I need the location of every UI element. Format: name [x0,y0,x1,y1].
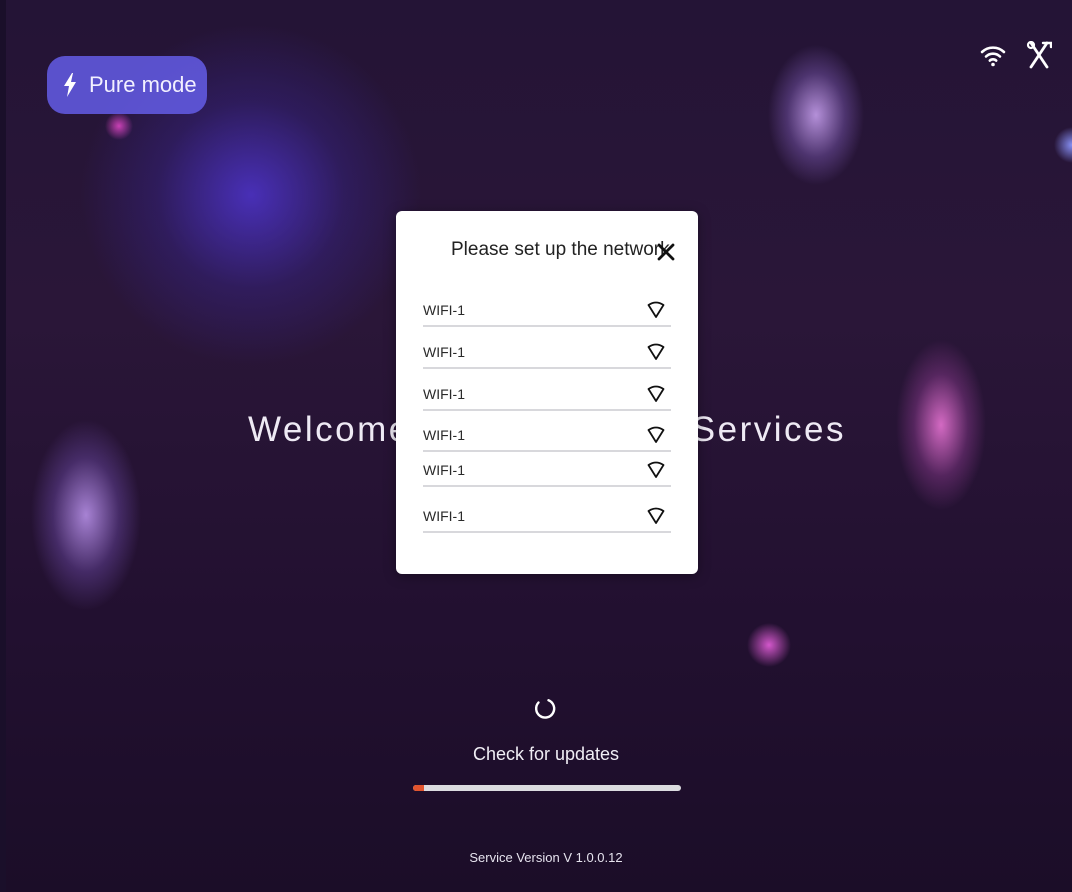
wifi-signal-icon [647,343,665,361]
wifi-icon[interactable] [978,40,1008,70]
loading-spinner-icon [533,697,557,721]
wifi-network-item[interactable]: WIFI-1 [423,301,671,327]
service-version: Service Version V 1.0.0.12 [469,850,623,865]
welcome-text: Welcome [248,410,411,449]
pure-mode-label: Pure mode [89,72,197,97]
wifi-network-name: WIFI-1 [423,427,465,443]
close-icon[interactable] [656,242,676,262]
wifi-network-name: WIFI-1 [423,302,465,318]
wifi-network-item[interactable]: WIFI-1 [423,507,671,533]
wifi-network-name: WIFI-1 [423,462,465,478]
check-updates-label: Check for updates [472,744,620,764]
update-progress-fill [413,785,424,791]
wifi-network-item[interactable]: WIFI-1 [423,461,671,487]
wifi-network-item[interactable]: WIFI-1 [423,385,671,411]
wifi-network-item[interactable]: WIFI-1 [423,426,671,452]
top-toolbar [978,40,1054,70]
wifi-signal-icon [647,461,665,479]
wifi-network-name: WIFI-1 [423,508,465,524]
background-screen: Pure mode Welcome Services Please set up… [6,0,1072,892]
wifi-signal-icon [647,507,665,525]
wifi-network-name: WIFI-1 [423,344,465,360]
network-setup-dialog: Please set up the network WIFI-1 WIFI-1 … [396,211,698,574]
pure-mode-button[interactable]: Pure mode [47,56,207,114]
update-progress-bar [413,785,681,791]
wifi-signal-icon [647,426,665,444]
lightning-icon [63,73,77,97]
wifi-network-item[interactable]: WIFI-1 [423,343,671,369]
dialog-title: Please set up the network [451,239,670,260]
tools-icon[interactable] [1024,40,1054,70]
wifi-signal-icon [647,385,665,403]
wifi-network-name: WIFI-1 [423,386,465,402]
services-text: Services [691,410,846,449]
wifi-signal-icon [647,301,665,319]
